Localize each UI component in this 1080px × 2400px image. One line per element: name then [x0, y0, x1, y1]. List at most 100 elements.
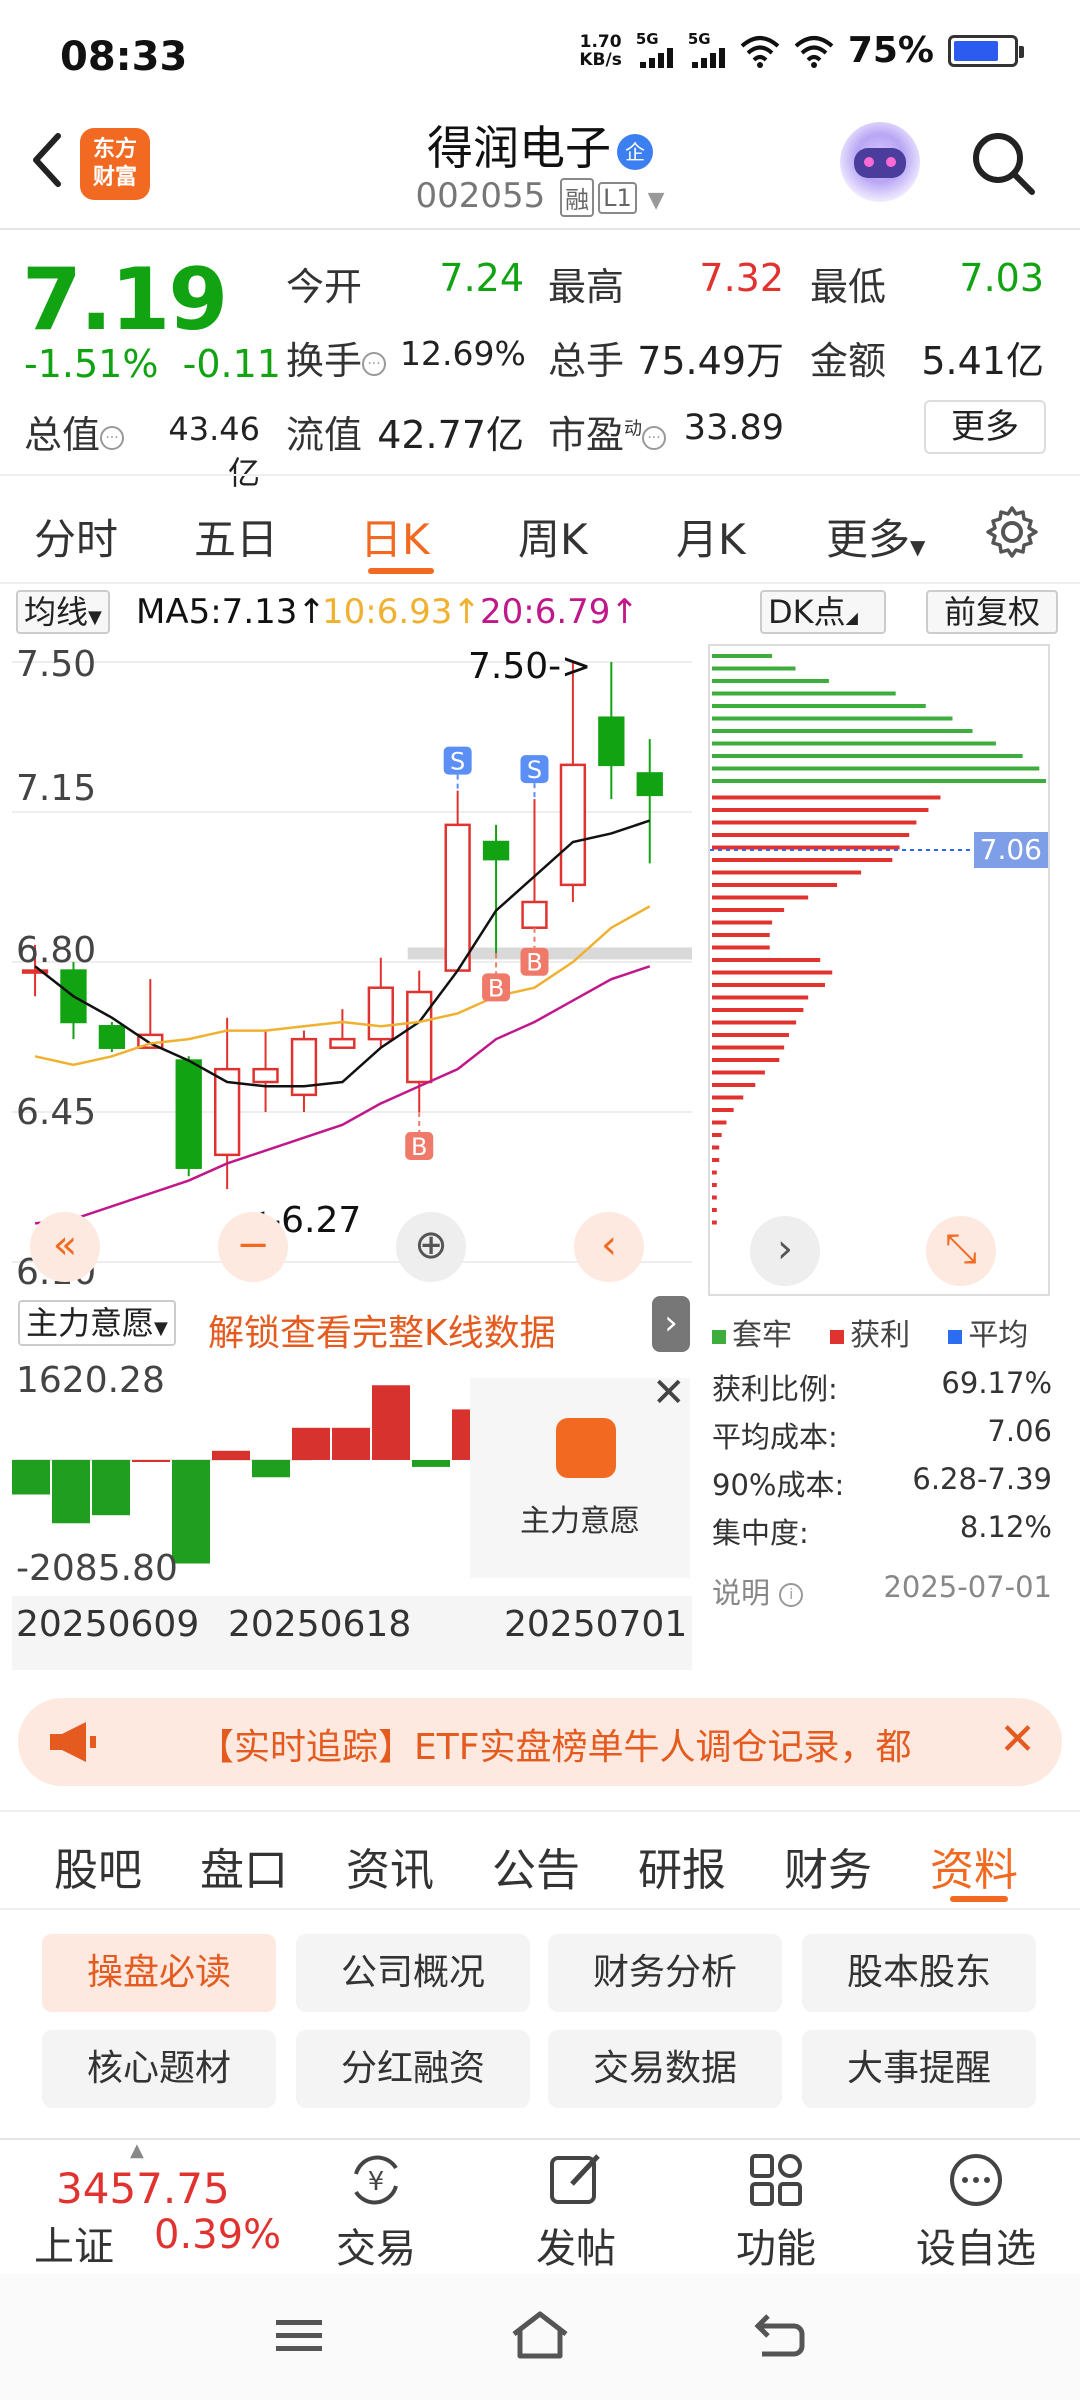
ma-bar: 均线▼ MA5:7.13↑ 10:6.93↑ 20:6.79↑ DK点◢ 前复权 — [0, 584, 1080, 638]
pill-dividends[interactable]: 分红融资 — [296, 2030, 530, 2108]
locked-indicator-label: 主力意愿 — [520, 1504, 640, 1539]
tab-daily-k[interactable]: 日K — [360, 506, 430, 567]
pill-trading-data[interactable]: 交易数据 — [548, 2030, 782, 2108]
chip-note[interactable]: 说明 i 2025-07-01 — [712, 1570, 1052, 1612]
signal-5g-2-icon: 5G — [688, 30, 726, 68]
chevron-up-icon[interactable]: ▲ — [130, 2140, 144, 2161]
pill-events[interactable]: 大事提醒 — [802, 2030, 1036, 2108]
pill-shareholders[interactable]: 股本股东 — [802, 1934, 1036, 2012]
kline-chart[interactable]: SSBBB 7.50 7.15 6.80 6.45 6.10 7.50-> <-… — [12, 640, 692, 1293]
zoom-out-icon[interactable]: − — [218, 1212, 288, 1282]
chip-distribution[interactable]: 7.06 › ⤡ — [708, 644, 1050, 1296]
tab-profile[interactable]: 资料 — [930, 1834, 1018, 1898]
indicator-bar — [92, 1460, 130, 1516]
functions-button[interactable]: 功能 — [706, 2148, 846, 2274]
tab-weekly-k[interactable]: 周K — [518, 506, 588, 567]
candle-body — [521, 900, 548, 929]
chip-bar-red — [712, 1020, 797, 1025]
chip-bar-red — [712, 1170, 717, 1175]
unlock-kline-link[interactable]: 解锁查看完整K线数据 — [208, 1304, 556, 1356]
indicator-selector[interactable]: 主力意愿▼ — [18, 1300, 176, 1346]
expand-icon[interactable]: ⤡ — [926, 1216, 996, 1286]
tab-more[interactable]: 更多▼ — [826, 506, 925, 567]
date-label: 20250609 — [16, 1604, 200, 1645]
menu-icon[interactable] — [274, 2316, 324, 2356]
chip-bar-red — [712, 970, 833, 975]
gear-icon[interactable] — [984, 504, 1040, 560]
adjust-button[interactable]: 前复权 — [926, 590, 1058, 634]
chip-bar-red — [712, 833, 910, 837]
chip-svg — [710, 654, 1046, 1225]
signal-label: B — [411, 1133, 427, 1161]
stock-code[interactable]: 002055 融 L1 ▼ — [0, 176, 1080, 217]
close-icon[interactable]: ✕ — [999, 1714, 1036, 1765]
news-ticker[interactable]: 【实时追踪】ETF实盘榜单牛人调仓记录，都 ✕ — [18, 1698, 1062, 1786]
chip-bar-green — [712, 691, 896, 696]
high-value: 7.32 — [699, 256, 784, 300]
indicator-bar — [252, 1460, 290, 1478]
bottom-bar: ▲ 3457.75 上证 0.39% ¥ 交易 发帖 功能 设自选 — [0, 2138, 1080, 2274]
home-icon[interactable] — [510, 2310, 570, 2360]
info-icon[interactable]: ··· — [362, 351, 387, 376]
signal-label: S — [450, 748, 465, 776]
tab-monthly-k[interactable]: 月K — [676, 506, 746, 567]
pill-company-overview[interactable]: 公司概况 — [296, 1934, 530, 2012]
tab-news[interactable]: 资讯 — [346, 1834, 434, 1898]
pill-core-themes[interactable]: 核心题材 — [42, 2030, 276, 2108]
pe-label: 市盈动 ··· — [548, 404, 667, 459]
ma20-line — [34, 965, 651, 1225]
pill-trading-guide[interactable]: 操盘必读 — [42, 1934, 276, 2012]
chip-bar-red — [712, 1133, 722, 1137]
float-label: 流值 — [286, 413, 363, 457]
close-icon[interactable]: ✕ — [652, 1370, 686, 1416]
tab-forum[interactable]: 股吧 — [54, 1834, 142, 1898]
rewind-left-icon[interactable]: « — [30, 1212, 100, 1282]
tab-announcements[interactable]: 公告 — [492, 1834, 580, 1898]
info-icon[interactable]: ··· — [642, 425, 667, 450]
back-nav-icon[interactable] — [750, 2312, 806, 2358]
indicator-bar — [412, 1460, 450, 1467]
tab-intraday[interactable]: 分时 — [34, 506, 118, 567]
system-nav-bar — [0, 2274, 1080, 2400]
chip-legend: 套牢 获利 平均 — [712, 1310, 1028, 1354]
chip-bar-red — [712, 920, 773, 925]
candle-body — [559, 763, 587, 887]
chevron-right-icon[interactable]: › — [652, 1296, 690, 1352]
tab-finance[interactable]: 财务 — [784, 1834, 872, 1898]
tab-five-day[interactable]: 五日 — [194, 506, 278, 567]
stock-header: 东方 财富 得润电子企 002055 融 L1 ▼ — [0, 100, 1080, 230]
turnover-label: 换手 ··· — [286, 330, 387, 385]
search-icon[interactable] — [968, 128, 1040, 200]
enterprise-badge-icon: 企 — [617, 133, 653, 170]
more-quote-button[interactable]: 更多 — [924, 400, 1046, 454]
step-right-icon[interactable]: › — [750, 1216, 820, 1286]
indicator-bar — [52, 1460, 90, 1524]
ma-selector[interactable]: 均线▼ — [16, 590, 110, 634]
dk-point-button[interactable]: DK点◢ — [760, 590, 886, 634]
chip-bar-red — [712, 1108, 734, 1112]
crosshair-icon[interactable]: ⊕ — [396, 1212, 466, 1282]
chip-bar-red — [712, 1220, 717, 1225]
index-value[interactable]: 3457.75 — [56, 2164, 230, 2213]
info-tabs: 股吧 盘口 资讯 公告 研报 财务 资料 — [0, 1810, 1080, 1910]
robot-assistant-avatar[interactable] — [840, 122, 920, 202]
indicator-bar — [292, 1427, 330, 1460]
tab-research[interactable]: 研报 — [638, 1834, 726, 1898]
cost-90: 90%成本: 6.28-7.39 — [712, 1462, 1052, 1502]
chip-bar-green — [712, 754, 1023, 758]
step-left-icon[interactable]: ‹ — [574, 1212, 644, 1282]
tab-orderbook[interactable]: 盘口 — [200, 1834, 288, 1898]
chip-bar-green — [712, 729, 973, 733]
concentration: 集中度: 8.12% — [712, 1510, 1052, 1550]
post-button[interactable]: 发帖 — [506, 2148, 646, 2274]
add-watchlist-button[interactable]: 设自选 — [906, 2148, 1046, 2274]
net-speed: 1.70 KB/s — [579, 31, 622, 70]
pill-financial-analysis[interactable]: 财务分析 — [548, 1934, 782, 2012]
low-value: 7.03 — [959, 256, 1044, 300]
trade-button[interactable]: ¥ 交易 — [306, 2148, 446, 2274]
ma10-value: 10:6.93↑ — [322, 592, 481, 632]
indicator-bar: 主力意愿▼ 解锁查看完整K线数据 › — [12, 1296, 692, 1354]
chip-bar-red — [712, 1058, 780, 1062]
info-icon[interactable]: ··· — [100, 425, 125, 450]
active-tab-underline — [950, 1896, 1008, 1902]
